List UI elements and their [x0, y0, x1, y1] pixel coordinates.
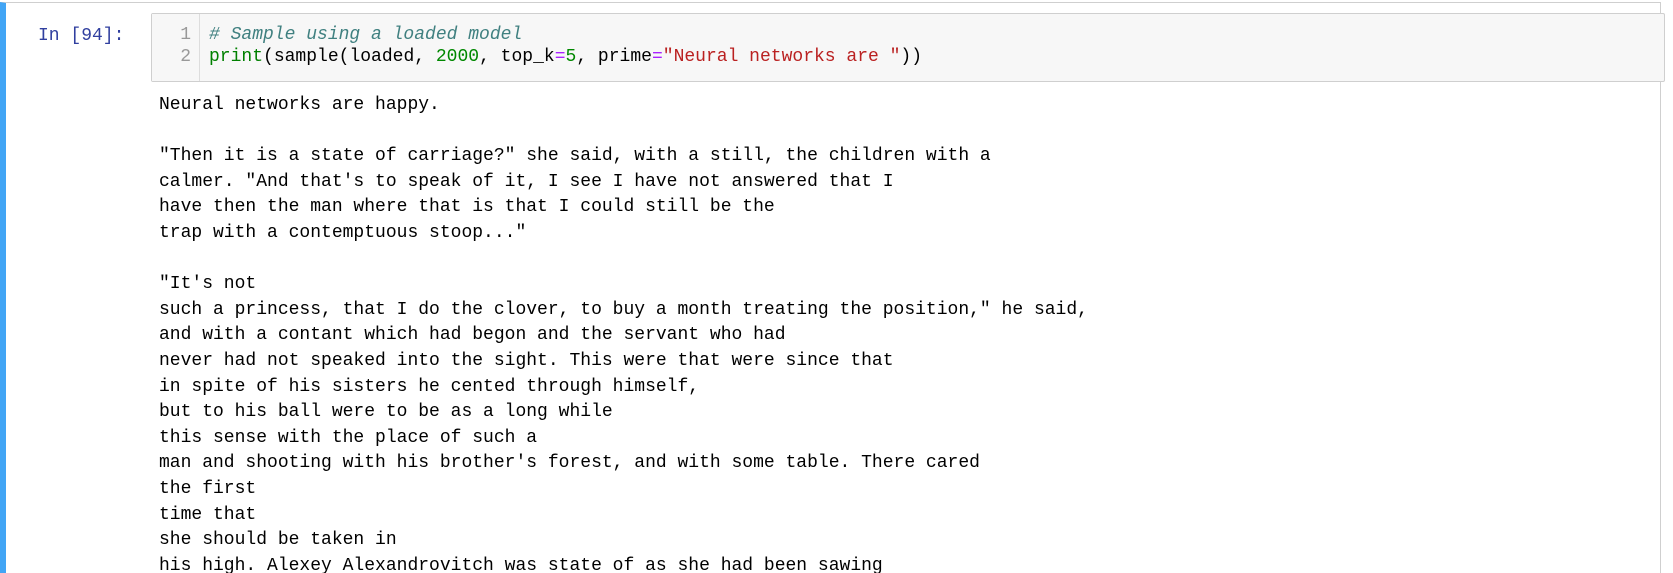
code-open-paren: (: [263, 47, 274, 67]
line-number-gutter: 1 2: [152, 14, 200, 81]
output-line: but to his ball were to be as a long whi…: [159, 402, 613, 423]
output-line: his high. Alexey Alexandrovitch was stat…: [159, 555, 883, 573]
code-text: sample(loaded,: [273, 47, 436, 67]
code-editor[interactable]: 1 2 # Sample using a loaded model print(…: [151, 13, 1665, 82]
code-comment: # Sample using a loaded model: [209, 25, 523, 45]
output-line: calmer. "And that's to speak of it, I se…: [159, 171, 894, 192]
code-line-2[interactable]: print(sample(loaded, 2000, top_k=5, prim…: [209, 45, 922, 70]
output-line: in spite of his sisters he cented throug…: [159, 376, 700, 397]
output-line: time that: [159, 504, 257, 525]
code-operator: =: [651, 47, 663, 67]
output-line: such a princess, that I do the clover, t…: [159, 299, 1088, 320]
notebook-code-cell[interactable]: In [94]: 1 2 # Sample using a loaded mod…: [0, 2, 1665, 573]
code-builtin-print: print: [209, 47, 264, 67]
output-line: man and shooting with his brother's fore…: [159, 453, 980, 474]
code-text: , prime: [576, 47, 652, 67]
output-line: "Then it is a state of carriage?" she sa…: [159, 146, 991, 167]
output-line: trap with a contemptuous stoop...": [159, 222, 527, 243]
output-line: this sense with the place of such a: [159, 427, 538, 448]
line-number: 2: [180, 47, 191, 67]
cell-output: Neural networks are happy. "Then it is a…: [159, 93, 1649, 573]
output-line: never had not speaked into the sight. Th…: [159, 350, 894, 371]
output-line: Neural networks are happy.: [159, 95, 440, 115]
output-line: the first: [159, 478, 257, 499]
output-line: have then the man where that is that I c…: [159, 197, 775, 218]
code-number: 2000: [435, 47, 480, 67]
input-prompt: In [94]:: [38, 26, 125, 46]
code-close-parens: )): [900, 47, 923, 67]
code-number: 5: [565, 47, 577, 67]
code-string: "Neural networks are ": [662, 47, 901, 67]
output-line: "It's not: [159, 274, 257, 295]
output-line: and with a contant which had begon and t…: [159, 325, 786, 346]
output-line: she should be taken in: [159, 530, 397, 551]
code-operator: =: [554, 47, 566, 67]
code-text: , top_k: [479, 47, 555, 67]
